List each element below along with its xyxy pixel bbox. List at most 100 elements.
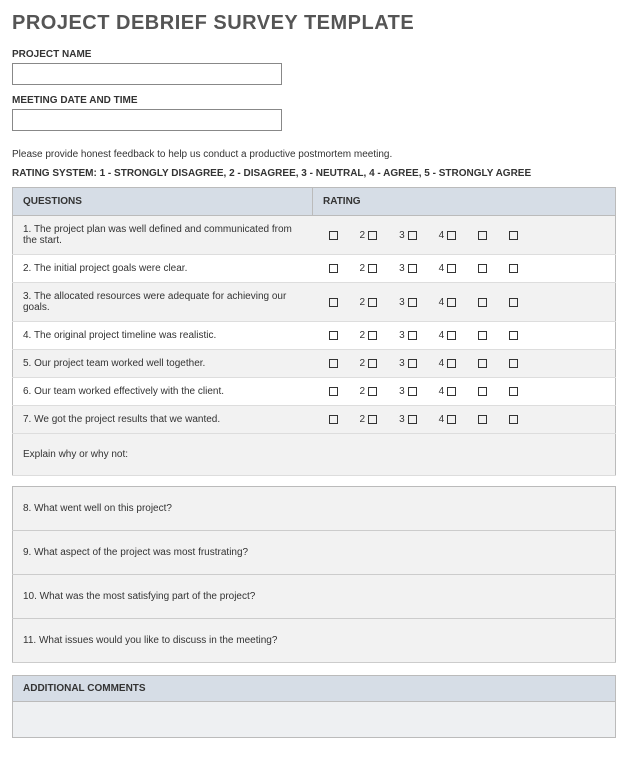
- open-question-text[interactable]: 11. What issues would you like to discus…: [13, 619, 616, 663]
- instructions-text: Please provide honest feedback to help u…: [12, 149, 616, 160]
- rating-option-2[interactable]: 2: [360, 230, 378, 241]
- question-text: 5. Our project team worked well together…: [13, 350, 313, 378]
- checkbox-icon[interactable]: [329, 298, 338, 307]
- checkbox-icon[interactable]: [478, 331, 487, 340]
- checkbox-icon[interactable]: [368, 387, 377, 396]
- rating-option-1[interactable]: [329, 298, 338, 307]
- checkbox-icon[interactable]: [408, 387, 417, 396]
- checkbox-icon[interactable]: [478, 298, 487, 307]
- checkbox-icon[interactable]: [509, 387, 518, 396]
- explain-prompt[interactable]: Explain why or why not:: [13, 434, 616, 476]
- checkbox-icon[interactable]: [509, 331, 518, 340]
- checkbox-icon[interactable]: [368, 415, 377, 424]
- checkbox-icon[interactable]: [329, 359, 338, 368]
- checkbox-icon[interactable]: [509, 359, 518, 368]
- table-row: 1. The project plan was well defined and…: [13, 216, 616, 255]
- checkbox-icon[interactable]: [408, 298, 417, 307]
- rating-option-3[interactable]: 3: [399, 230, 417, 241]
- checkbox-icon[interactable]: [509, 231, 518, 240]
- rating-option-5[interactable]: [478, 387, 487, 396]
- rating-option-4[interactable]: 4: [439, 297, 457, 308]
- rating-option-6[interactable]: [509, 387, 518, 396]
- checkbox-icon[interactable]: [509, 415, 518, 424]
- rating-option-5[interactable]: [478, 331, 487, 340]
- rating-option-3[interactable]: 3: [399, 414, 417, 425]
- rating-option-1[interactable]: [329, 415, 338, 424]
- checkbox-icon[interactable]: [478, 264, 487, 273]
- checkbox-icon[interactable]: [447, 298, 456, 307]
- checkbox-icon[interactable]: [408, 415, 417, 424]
- rating-option-5[interactable]: [478, 264, 487, 273]
- rating-option-6[interactable]: [509, 359, 518, 368]
- checkbox-icon[interactable]: [368, 359, 377, 368]
- rating-option-4[interactable]: 4: [439, 330, 457, 341]
- rating-option-2[interactable]: 2: [360, 414, 378, 425]
- rating-option-6[interactable]: [509, 331, 518, 340]
- checkbox-icon[interactable]: [447, 387, 456, 396]
- rating-option-3[interactable]: 3: [399, 297, 417, 308]
- rating-option-label: 4: [439, 230, 445, 241]
- checkbox-icon[interactable]: [368, 264, 377, 273]
- checkbox-icon[interactable]: [447, 264, 456, 273]
- project-name-input[interactable]: [12, 63, 282, 85]
- rating-option-3[interactable]: 3: [399, 386, 417, 397]
- checkbox-icon[interactable]: [447, 331, 456, 340]
- checkbox-icon[interactable]: [329, 415, 338, 424]
- checkbox-icon[interactable]: [408, 359, 417, 368]
- rating-option-1[interactable]: [329, 231, 338, 240]
- checkbox-icon[interactable]: [478, 231, 487, 240]
- rating-option-2[interactable]: 2: [360, 386, 378, 397]
- rating-option-1[interactable]: [329, 359, 338, 368]
- meeting-datetime-input[interactable]: [12, 109, 282, 131]
- rating-option-4[interactable]: 4: [439, 414, 457, 425]
- checkbox-icon[interactable]: [368, 298, 377, 307]
- rating-option-1[interactable]: [329, 331, 338, 340]
- checkbox-icon[interactable]: [509, 298, 518, 307]
- rating-option-6[interactable]: [509, 231, 518, 240]
- rating-option-5[interactable]: [478, 298, 487, 307]
- checkbox-icon[interactable]: [329, 264, 338, 273]
- checkbox-icon[interactable]: [509, 264, 518, 273]
- rating-option-2[interactable]: 2: [360, 358, 378, 369]
- rating-option-6[interactable]: [509, 264, 518, 273]
- additional-comments-box[interactable]: [12, 702, 616, 738]
- rating-option-2[interactable]: 2: [360, 330, 378, 341]
- checkbox-icon[interactable]: [368, 331, 377, 340]
- checkbox-icon[interactable]: [478, 387, 487, 396]
- checkbox-icon[interactable]: [447, 359, 456, 368]
- open-question-text[interactable]: 10. What was the most satisfying part of…: [13, 575, 616, 619]
- rating-option-3[interactable]: 3: [399, 263, 417, 274]
- open-question-text[interactable]: 9. What aspect of the project was most f…: [13, 531, 616, 575]
- checkbox-icon[interactable]: [329, 387, 338, 396]
- rating-option-3[interactable]: 3: [399, 358, 417, 369]
- rating-option-5[interactable]: [478, 359, 487, 368]
- col-header-rating: RATING: [313, 188, 616, 216]
- rating-option-5[interactable]: [478, 415, 487, 424]
- checkbox-icon[interactable]: [408, 231, 417, 240]
- rating-option-4[interactable]: 4: [439, 358, 457, 369]
- checkbox-icon[interactable]: [329, 231, 338, 240]
- question-text: 4. The original project timeline was rea…: [13, 322, 313, 350]
- checkbox-icon[interactable]: [368, 231, 377, 240]
- rating-option-label: 3: [399, 263, 405, 274]
- rating-option-2[interactable]: 2: [360, 263, 378, 274]
- rating-option-1[interactable]: [329, 387, 338, 396]
- rating-option-6[interactable]: [509, 415, 518, 424]
- rating-option-5[interactable]: [478, 231, 487, 240]
- rating-option-1[interactable]: [329, 264, 338, 273]
- checkbox-icon[interactable]: [408, 264, 417, 273]
- rating-option-4[interactable]: 4: [439, 263, 457, 274]
- question-text: 3. The allocated resources were adequate…: [13, 283, 313, 322]
- rating-option-4[interactable]: 4: [439, 386, 457, 397]
- rating-option-2[interactable]: 2: [360, 297, 378, 308]
- checkbox-icon[interactable]: [447, 231, 456, 240]
- checkbox-icon[interactable]: [329, 331, 338, 340]
- rating-option-3[interactable]: 3: [399, 330, 417, 341]
- checkbox-icon[interactable]: [408, 331, 417, 340]
- checkbox-icon[interactable]: [447, 415, 456, 424]
- checkbox-icon[interactable]: [478, 415, 487, 424]
- rating-option-6[interactable]: [509, 298, 518, 307]
- checkbox-icon[interactable]: [478, 359, 487, 368]
- open-question-text[interactable]: 8. What went well on this project?: [13, 487, 616, 531]
- rating-option-4[interactable]: 4: [439, 230, 457, 241]
